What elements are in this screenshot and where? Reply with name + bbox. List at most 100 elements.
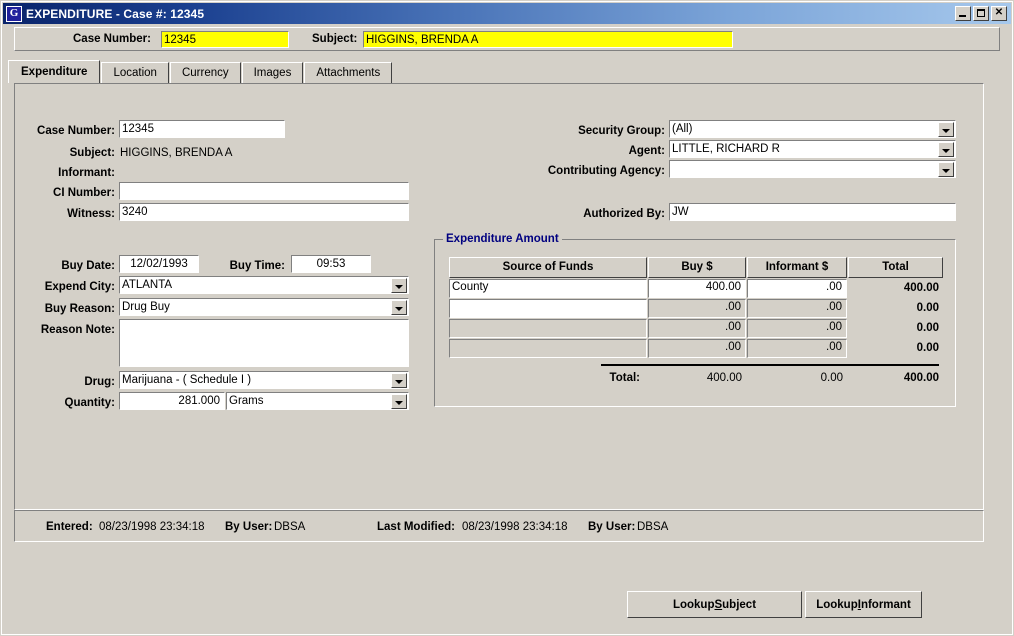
chevron-down-icon[interactable] <box>391 278 407 293</box>
col-header-informant-dollars[interactable]: Informant $ <box>747 257 847 278</box>
quantity-label: Quantity: <box>64 397 115 409</box>
maximize-button[interactable] <box>973 6 989 21</box>
chevron-down-icon[interactable] <box>391 373 407 388</box>
case-number-input[interactable]: 12345 <box>119 120 285 138</box>
entered-by-user-value: DBSA <box>274 521 306 533</box>
expenditure-panel: Case Number: 12345 Subject: HIGGINS, BRE… <box>14 83 984 510</box>
last-modified-value: 08/23/1998 23:34:18 <box>462 521 568 533</box>
col-header-buy-dollars[interactable]: Buy $ <box>648 257 746 278</box>
tab-images[interactable]: Images <box>241 62 304 83</box>
last-modified-label: Last Modified: <box>377 521 455 533</box>
tab-location[interactable]: Location <box>101 62 169 83</box>
cell-total-row-3: 0.00 <box>916 342 939 354</box>
buy-reason-combo[interactable]: Drug Buy <box>119 298 409 316</box>
cell-informant-row-2: .00 <box>747 319 847 338</box>
cell-source-of-funds-row-2 <box>449 319 647 338</box>
cell-source-of-funds-row-1[interactable] <box>449 299 647 318</box>
cell-total-row-1: 0.00 <box>916 302 939 314</box>
witness-label: Witness: <box>67 208 115 220</box>
window-title: EXPENDITURE - Case #: 12345 <box>26 6 205 21</box>
window-controls: ✕ <box>955 6 1007 21</box>
informant-label: Informant: <box>58 167 115 179</box>
expend-city-value: ATLANTA <box>122 279 173 291</box>
lookup-subject-button[interactable]: Lookup Subject <box>627 591 802 618</box>
tab-attachments[interactable]: Attachments <box>304 62 393 83</box>
cell-buy-row-2: .00 <box>648 319 746 338</box>
header-subject-label: Subject: <box>312 33 358 45</box>
contributing-agency-label: Contributing Agency: <box>547 165 665 177</box>
agent-combo[interactable]: LITTLE, RICHARD R <box>669 140 956 158</box>
drug-combo[interactable]: Marijuana - ( Schedule I ) <box>119 371 409 389</box>
subject-value: HIGGINS, BRENDA A <box>120 147 233 159</box>
header-case-number-label: Case Number: <box>73 33 151 45</box>
security-group-label: Security Group: <box>578 125 665 137</box>
entered-value: 08/23/1998 23:34:18 <box>99 521 205 533</box>
chevron-down-icon[interactable] <box>938 142 954 157</box>
tab-strip: Expenditure Location Currency Images Att… <box>8 60 1006 83</box>
drug-value: Marijuana - ( Schedule I ) <box>122 374 252 386</box>
drug-label: Drug: <box>84 376 115 388</box>
buy-reason-value: Drug Buy <box>122 301 170 313</box>
app-g-icon: G <box>6 5 22 22</box>
buy-time-input[interactable]: 09:53 <box>291 255 371 273</box>
reason-note-textarea[interactable] <box>119 319 409 367</box>
quantity-unit-combo[interactable]: Grams <box>226 392 409 410</box>
cell-informant-row-3: .00 <box>747 339 847 358</box>
expenditure-window: G EXPENDITURE - Case #: 12345 ✕ Case Num… <box>0 0 1014 636</box>
lookup-subject-accelerator: S <box>714 598 723 611</box>
authorized-by-input[interactable]: JW <box>669 203 956 221</box>
ci-number-label: CI Number: <box>53 187 115 199</box>
header-case-number-field[interactable]: 12345 <box>161 31 289 48</box>
subject-label: Subject: <box>69 147 115 159</box>
entered-label: Entered: <box>46 521 93 533</box>
expend-city-combo[interactable]: ATLANTA <box>119 276 409 294</box>
chevron-down-icon[interactable] <box>391 394 407 409</box>
lookup-informant-label-pre: Lookup <box>816 598 858 611</box>
chevron-down-icon[interactable] <box>938 162 954 177</box>
reason-note-label: Reason Note: <box>40 324 115 336</box>
cell-informant-row-0[interactable]: .00 <box>747 279 847 298</box>
authorized-by-label: Authorized By: <box>583 208 665 220</box>
tab-currency[interactable]: Currency <box>169 62 241 83</box>
lookup-informant-label-post: nformant <box>860 598 911 611</box>
cell-informant-row-1: .00 <box>747 299 847 318</box>
totals-buy-value: 400.00 <box>706 372 742 384</box>
case-number-label: Case Number: <box>37 125 115 137</box>
expenditure-amount-group: Expenditure Amount Source of Funds Buy $… <box>434 233 956 407</box>
col-header-source-of-funds[interactable]: Source of Funds <box>449 257 647 278</box>
totals-divider <box>601 364 939 366</box>
security-group-combo[interactable]: (All) <box>669 120 956 138</box>
quantity-input[interactable]: 281.000 <box>119 392 225 410</box>
witness-input[interactable]: 3240 <box>119 203 409 221</box>
minimize-button[interactable] <box>955 6 971 21</box>
buy-time-label: Buy Time: <box>229 260 285 272</box>
cell-total-row-2: 0.00 <box>916 322 939 334</box>
buy-reason-label: Buy Reason: <box>44 303 115 315</box>
lookup-subject-label-post: ubject <box>722 598 757 611</box>
modified-by-user-value: DBSA <box>637 521 669 533</box>
agent-value: LITTLE, RICHARD R <box>672 143 780 155</box>
col-header-total[interactable]: Total <box>848 257 943 278</box>
totals-total-value: 400.00 <box>903 372 939 384</box>
cell-source-of-funds-row-0[interactable]: County <box>449 279 647 298</box>
header-subject-field[interactable]: HIGGINS, BRENDA A <box>363 31 733 48</box>
totals-informant-value: 0.00 <box>820 372 843 384</box>
cell-buy-row-0[interactable]: 400.00 <box>648 279 746 298</box>
buy-date-input[interactable]: 12/02/1993 <box>119 255 199 273</box>
lookup-subject-label-pre: Lookup <box>672 598 715 611</box>
chevron-down-icon[interactable] <box>938 122 954 137</box>
cell-buy-row-1: .00 <box>648 299 746 318</box>
tab-expenditure[interactable]: Expenditure <box>8 60 101 83</box>
cell-total-row-0: 400.00 <box>903 282 939 294</box>
lookup-informant-button[interactable]: Lookup Informant <box>805 591 922 618</box>
cell-buy-row-3: .00 <box>648 339 746 358</box>
expenditure-amount-legend: Expenditure Amount <box>443 233 562 245</box>
expend-city-label: Expend City: <box>44 281 115 293</box>
chevron-down-icon[interactable] <box>391 300 407 315</box>
title-bar[interactable]: G EXPENDITURE - Case #: 12345 ✕ <box>3 3 1011 24</box>
audit-footer: Entered: 08/23/1998 23:34:18 By User: DB… <box>14 510 984 542</box>
contributing-agency-combo[interactable] <box>669 160 956 178</box>
ci-number-input[interactable] <box>119 182 409 200</box>
close-button[interactable]: ✕ <box>991 6 1007 21</box>
case-header-bar: Case Number: 12345 Subject: HIGGINS, BRE… <box>14 27 1000 51</box>
